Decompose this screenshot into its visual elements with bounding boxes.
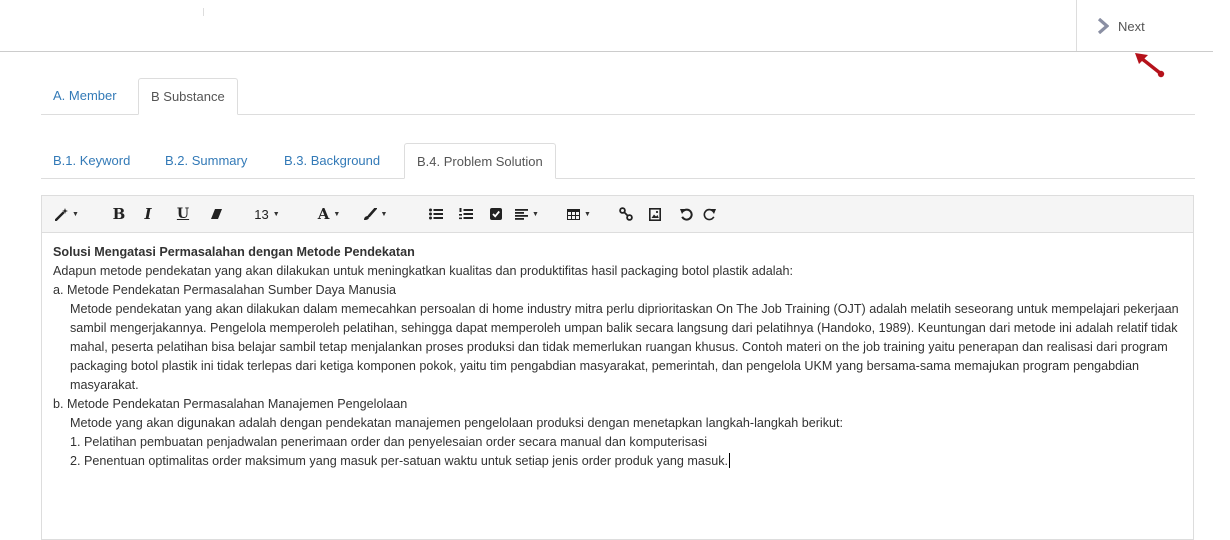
bold-button[interactable]: B <box>110 196 128 232</box>
image-button[interactable] <box>647 196 663 232</box>
magic-wand-icon <box>55 207 69 221</box>
chevron-right-icon <box>1097 18 1109 34</box>
align-left-icon <box>515 208 529 220</box>
content-title: Solusi Mengatasi Permasalahan dengan Met… <box>53 245 415 259</box>
underline-button[interactable]: U <box>175 196 191 232</box>
align-dropdown[interactable]: ▼ <box>512 196 542 232</box>
image-icon <box>649 207 661 221</box>
editor-toolbar: ▼ B I U 13 ▼ A ▼ ▼ ▼ ▼ <box>42 196 1193 233</box>
tab-background[interactable]: B.3. Background <box>272 143 392 178</box>
font-size-dropdown[interactable]: 13 ▼ <box>250 196 284 232</box>
bullet-list-button[interactable] <box>428 196 444 232</box>
paint-brush-icon <box>363 207 377 220</box>
pointer-arrow-icon <box>1135 53 1165 78</box>
list-item-text: 2. Penentuan optimalitas order maksimum … <box>70 454 729 468</box>
next-button[interactable]: Next <box>1097 18 1145 34</box>
checkbox-button[interactable] <box>488 196 504 232</box>
tab-member[interactable]: A. Member <box>41 78 129 114</box>
font-size-value: 13 <box>254 206 269 222</box>
tab-substance[interactable]: B Substance <box>138 78 238 115</box>
style-dropdown[interactable]: ▼ <box>54 196 80 232</box>
eraser-icon <box>210 209 222 219</box>
section-a-heading: a. Metode Pendekatan Permasalahan Sumber… <box>53 283 397 297</box>
divider <box>203 8 204 16</box>
checkbox-icon <box>490 208 502 220</box>
tab-summary[interactable]: B.2. Summary <box>153 143 259 178</box>
italic-button[interactable]: I <box>140 196 156 232</box>
content-intro: Adapun metode pendekatan yang akan dilak… <box>53 264 794 278</box>
tab-problem-solution[interactable]: B.4. Problem Solution <box>404 143 556 179</box>
numbered-list-button[interactable] <box>458 196 474 232</box>
section-b-paragraph: Metode yang akan digunakan adalah dengan… <box>70 416 844 430</box>
undo-icon <box>679 208 693 221</box>
clear-format-button[interactable] <box>207 196 225 232</box>
sub-tabs: B.1. Keyword B.2. Summary B.3. Backgroun… <box>41 143 1195 179</box>
highlight-dropdown[interactable]: ▼ <box>360 196 390 232</box>
text-cursor <box>729 453 731 468</box>
table-dropdown[interactable]: ▼ <box>562 196 596 232</box>
table-icon <box>567 208 581 220</box>
list-item-last: 2. Penentuan optimalitas order maksimum … <box>53 452 1182 471</box>
section-a-paragraph: Metode pendekatan yang akan dilakukan da… <box>70 302 1179 392</box>
undo-button[interactable] <box>678 196 694 232</box>
section-b-heading: b. Metode Pendekatan Permasalahan Manaje… <box>53 397 408 411</box>
numbered-list-icon <box>459 208 473 220</box>
list-item: 1. Pelatihan pembuatan penjadwalan pener… <box>70 435 708 449</box>
top-bar: Next <box>0 0 1213 52</box>
bullet-list-icon <box>429 208 443 220</box>
editor-content[interactable]: Solusi Mengatasi Permasalahan dengan Met… <box>42 233 1193 471</box>
main-tabs: A. Member B Substance <box>41 78 1195 115</box>
link-button[interactable] <box>618 196 634 232</box>
next-label: Next <box>1118 18 1145 34</box>
redo-icon <box>703 208 716 220</box>
rich-text-editor: ▼ B I U 13 ▼ A ▼ ▼ ▼ ▼ Solusi Mengatasi … <box>41 195 1194 540</box>
redo-button[interactable] <box>701 196 717 232</box>
font-color-icon: A <box>317 205 330 223</box>
font-color-dropdown[interactable]: A ▼ <box>314 196 344 232</box>
tab-keyword[interactable]: B.1. Keyword <box>41 143 142 178</box>
next-area: Next <box>1076 0 1214 51</box>
link-icon <box>619 207 633 221</box>
